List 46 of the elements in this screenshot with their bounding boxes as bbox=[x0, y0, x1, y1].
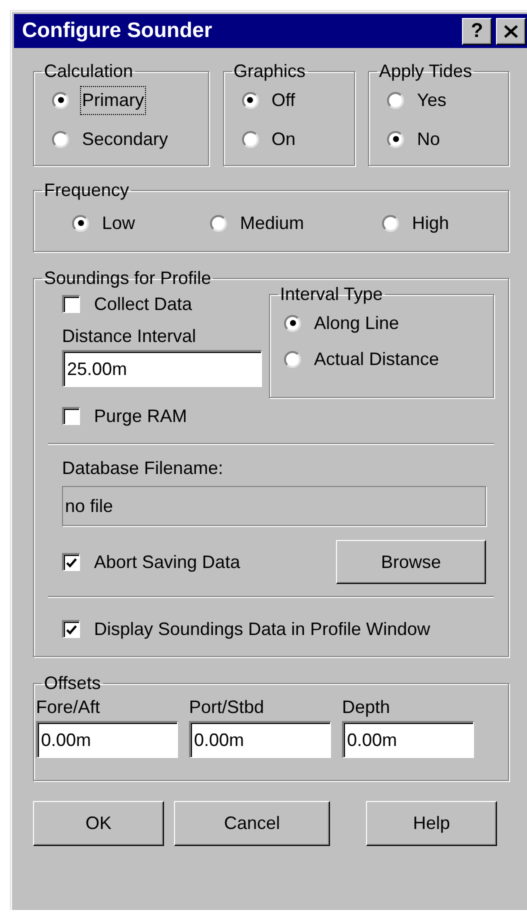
checkbox-square[interactable] bbox=[62, 295, 80, 313]
radio-button[interactable]: Yes bbox=[387, 82, 494, 118]
field-label: Database Filename: bbox=[62, 457, 224, 480]
field-label: Depth bbox=[342, 696, 390, 719]
checkbox-square[interactable] bbox=[62, 553, 80, 571]
group-title: Calculation bbox=[43, 60, 134, 82]
checkbox[interactable]: Collect Data bbox=[62, 289, 262, 319]
radio-button[interactable]: Off bbox=[242, 82, 340, 118]
checkbox-square[interactable] bbox=[62, 407, 80, 425]
radio-button[interactable]: No bbox=[387, 121, 494, 157]
field-label: Fore/Aft bbox=[36, 696, 100, 719]
dialog-button[interactable]: Help bbox=[366, 801, 497, 846]
checkbox[interactable]: Display Soundings Data in Profile Window bbox=[62, 614, 494, 644]
close-icon bbox=[504, 24, 518, 38]
checkbox[interactable]: Abort Saving Data bbox=[62, 547, 240, 577]
window-title: Configure Sounder bbox=[22, 18, 212, 44]
dialog-button[interactable]: OK bbox=[33, 801, 164, 846]
database-filename-field: no file bbox=[62, 486, 486, 526]
radio-button[interactable]: On bbox=[242, 121, 340, 157]
radio-button[interactable]: Secondary bbox=[52, 121, 194, 157]
radio-button[interactable]: Along Line bbox=[284, 305, 479, 341]
dialog-button[interactable]: Cancel bbox=[174, 801, 330, 846]
offset-field[interactable]: 0.00m bbox=[36, 721, 178, 758]
field-label: Port/Stbd bbox=[189, 696, 264, 719]
offset-field[interactable]: 0.00m bbox=[189, 721, 331, 758]
close-button[interactable] bbox=[496, 18, 526, 44]
group-title: Apply Tides bbox=[378, 60, 474, 82]
checkbox-square[interactable] bbox=[62, 620, 80, 638]
radio-button[interactable]: High bbox=[382, 205, 494, 241]
group-title: Graphics bbox=[232, 60, 307, 82]
group-title: Interval Type bbox=[279, 283, 384, 305]
radio-button[interactable]: Primary bbox=[52, 82, 194, 118]
group-title: Frequency bbox=[43, 179, 130, 201]
check-icon bbox=[66, 624, 77, 634]
group-title: Offsets bbox=[43, 672, 102, 694]
radio-button[interactable]: Actual Distance bbox=[284, 341, 479, 377]
offset-field[interactable]: 0.00m bbox=[342, 721, 474, 758]
browse-button[interactable]: Browse bbox=[336, 540, 486, 584]
help-button[interactable]: ? bbox=[462, 18, 492, 44]
radio-button[interactable]: Medium bbox=[210, 205, 382, 241]
check-icon bbox=[66, 558, 77, 568]
field-label: Distance Interval bbox=[62, 325, 198, 348]
checkbox[interactable]: Purge RAM bbox=[62, 401, 262, 431]
group-title: Soundings for Profile bbox=[43, 267, 212, 289]
radio-button[interactable]: Low bbox=[72, 205, 210, 241]
distance-interval-field[interactable]: 25.00m bbox=[62, 350, 262, 387]
